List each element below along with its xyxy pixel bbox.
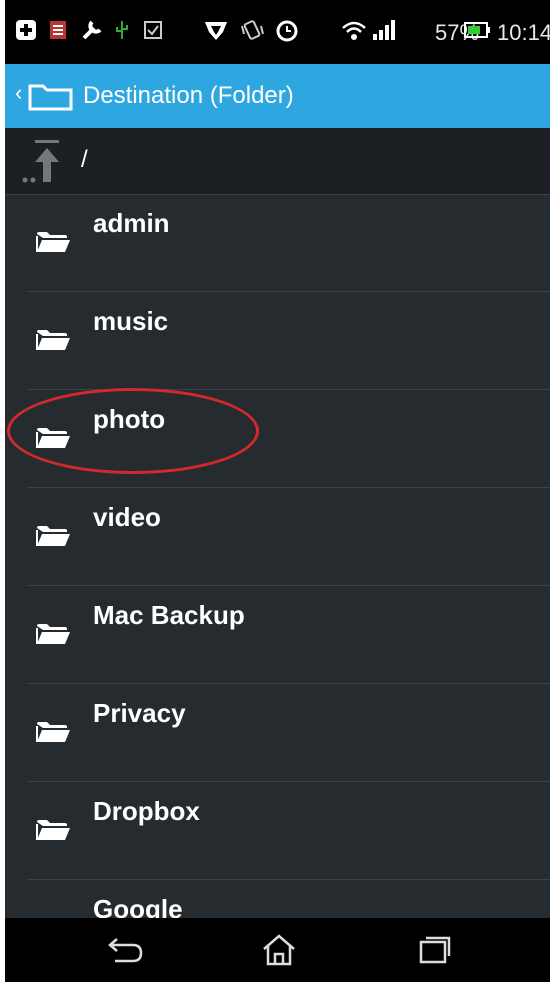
folder-icon: [35, 620, 71, 651]
folder-up-icon[interactable]: [21, 138, 77, 189]
alarm-icon: [275, 18, 299, 42]
add-icon: [15, 18, 37, 42]
back-chevron-icon[interactable]: ‹: [15, 80, 22, 106]
checkbox-icon: [143, 18, 163, 42]
status-bar: 57% 10:14: [5, 0, 550, 64]
folder-name: music: [93, 306, 169, 336]
screen-title: Destination (Folder): [83, 82, 294, 109]
usb-icon: [113, 18, 131, 42]
folder-icon: [35, 816, 71, 847]
recent-apps-icon[interactable]: [413, 928, 457, 972]
vibrate-icon: [239, 18, 265, 42]
message-icon: [49, 18, 67, 42]
folder-icon: [35, 522, 71, 553]
wrench-icon: [81, 18, 105, 42]
folder-icon: [35, 718, 71, 749]
folder-name: admin: [93, 208, 170, 238]
folder-item-music[interactable]: music: [5, 292, 550, 390]
folder-item-privacy[interactable]: Privacy: [5, 684, 550, 782]
folder-name: Privacy: [93, 698, 186, 728]
signal-icon: [371, 18, 399, 42]
battery-icon: [463, 18, 491, 42]
highlight-ring: [7, 388, 259, 474]
home-icon[interactable]: [257, 928, 301, 972]
folder-name: Mac Backup: [93, 600, 245, 630]
navigation-bar: [5, 918, 550, 982]
phone-screen: 57% 10:14 ‹ Destination (Folder) / admin…: [5, 0, 550, 982]
folder-item-dropbox[interactable]: Dropbox: [5, 782, 550, 880]
heart-shield-icon: [203, 18, 229, 42]
folder-icon: [35, 326, 71, 357]
current-path: /: [81, 146, 88, 173]
folder-item-mac-backup[interactable]: Mac Backup: [5, 586, 550, 684]
back-icon[interactable]: [103, 928, 147, 972]
wifi-icon: [341, 18, 367, 42]
folder-icon: [35, 228, 71, 259]
folder-icon[interactable]: [27, 80, 75, 117]
folder-name: Dropbox: [93, 796, 200, 826]
action-bar: ‹ Destination (Folder): [5, 64, 550, 128]
folder-list: / admin music photo video Mac Backup Pri…: [5, 128, 550, 938]
folder-name: video: [93, 502, 161, 532]
status-clock: 10:14: [497, 20, 550, 45]
folder-item-video[interactable]: video: [5, 488, 550, 586]
folder-item-admin[interactable]: admin: [5, 194, 550, 292]
current-path-row[interactable]: /: [5, 128, 550, 195]
